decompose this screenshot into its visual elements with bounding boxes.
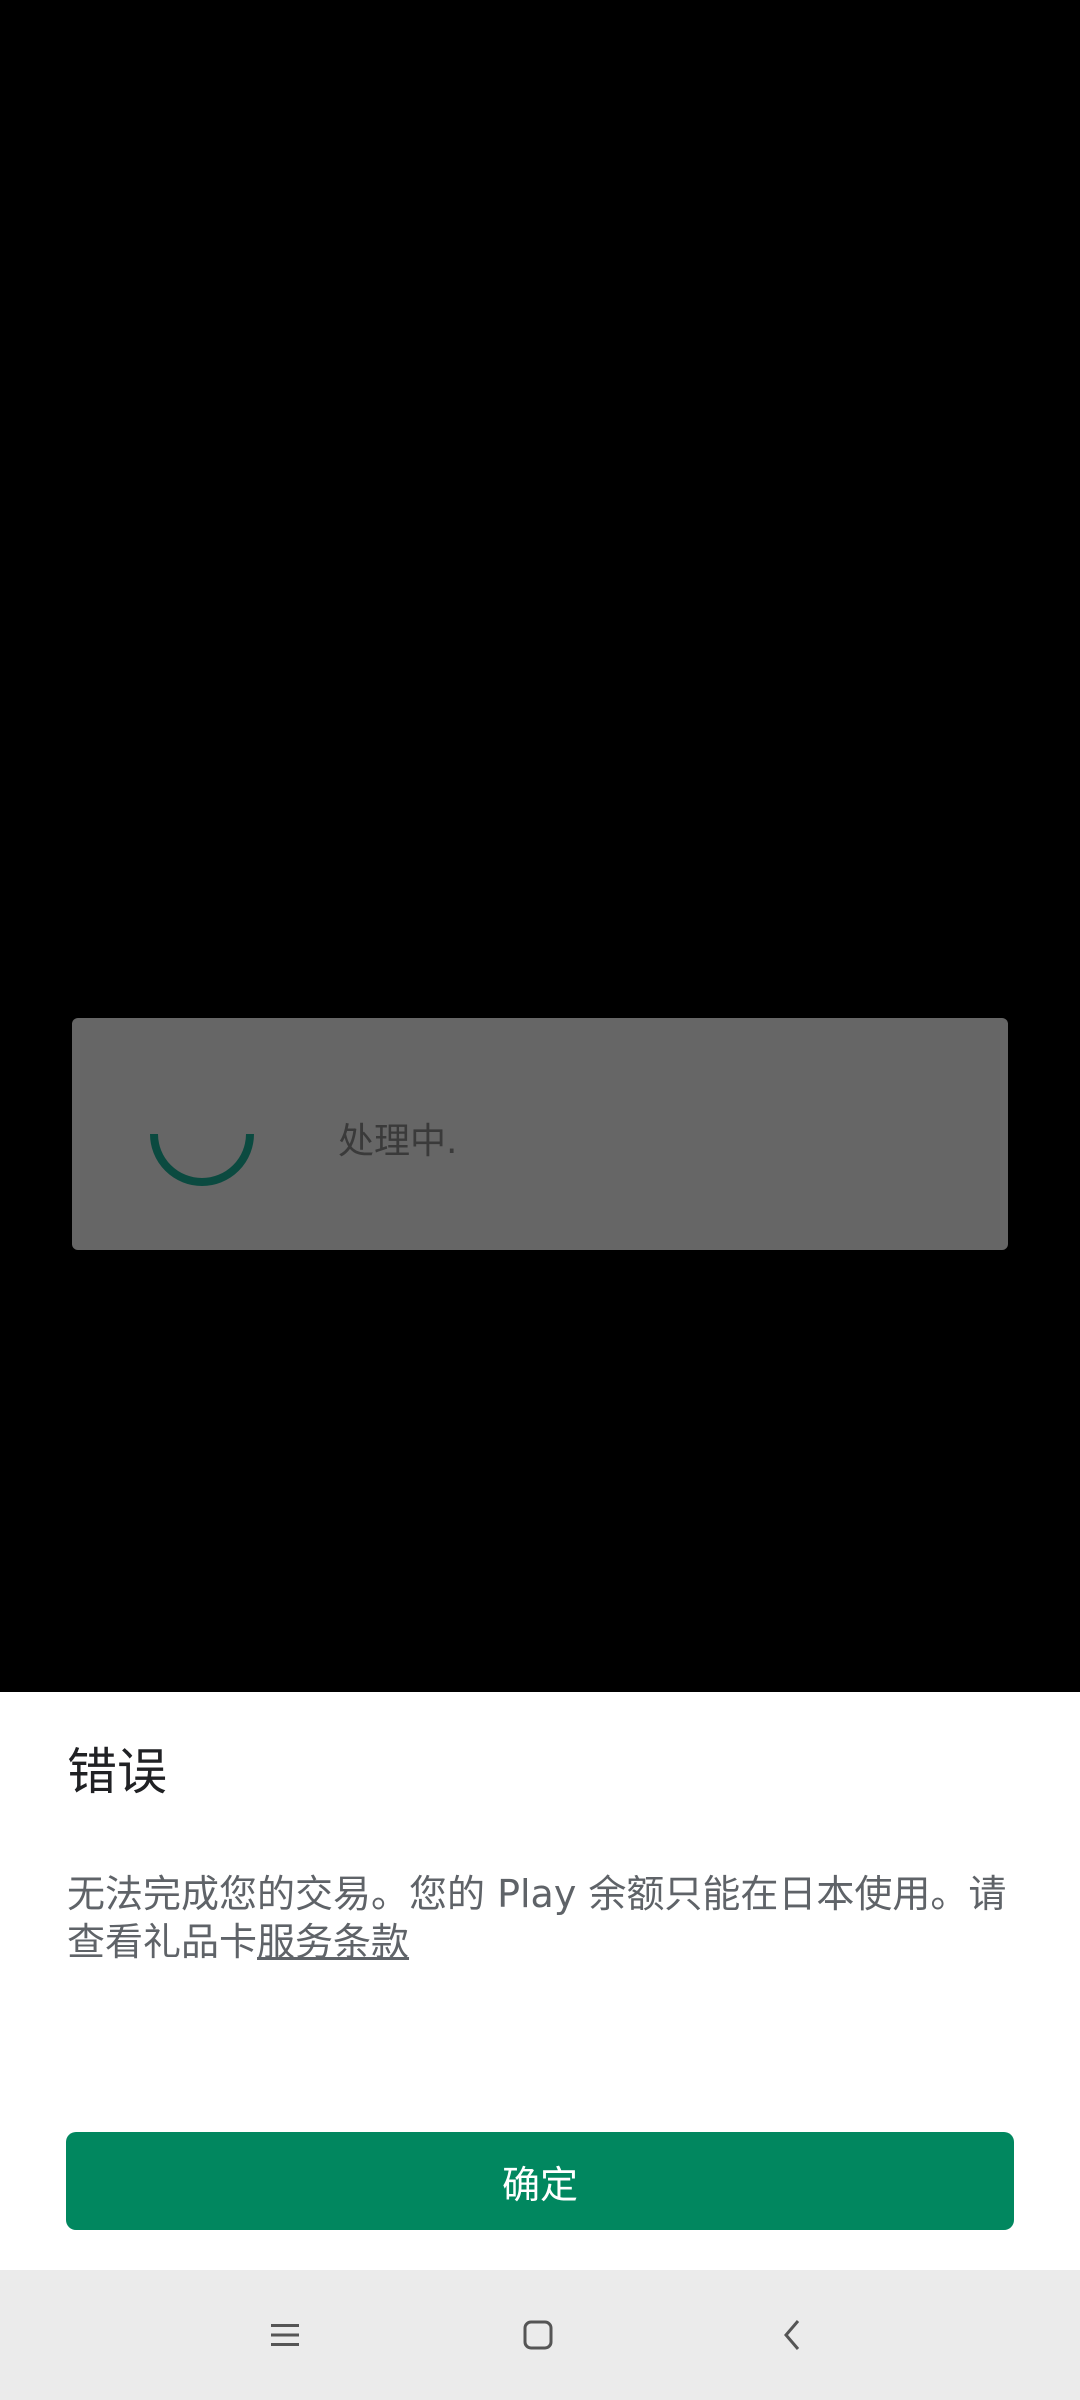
error-message: 无法完成您的交易。您的 Play 余额只能在日本使用。请查看礼品卡服务条款 xyxy=(67,1870,1017,1966)
processing-label: 处理中. xyxy=(338,1121,458,1162)
terms-of-service-link[interactable]: 服务条款 xyxy=(257,1920,409,1964)
recent-apps-button[interactable] xyxy=(250,2300,320,2370)
error-bottom-sheet: 错误 无法完成您的交易。您的 Play 余额只能在日本使用。请查看礼品卡服务条款… xyxy=(0,1692,1080,2270)
menu-icon xyxy=(271,2324,299,2346)
loading-spinner-icon xyxy=(150,1133,254,1186)
back-icon xyxy=(784,2320,800,2350)
error-title: 错误 xyxy=(67,1743,167,1801)
system-navigation-bar xyxy=(0,2270,1080,2400)
home-icon xyxy=(523,2320,553,2350)
ok-button[interactable]: 确定 xyxy=(66,2132,1014,2230)
back-button[interactable] xyxy=(757,2300,827,2370)
error-message-text: 无法完成您的交易。您的 Play 余额只能在日本使用。请查看礼品卡 xyxy=(67,1872,1007,1964)
home-button[interactable] xyxy=(503,2300,573,2370)
